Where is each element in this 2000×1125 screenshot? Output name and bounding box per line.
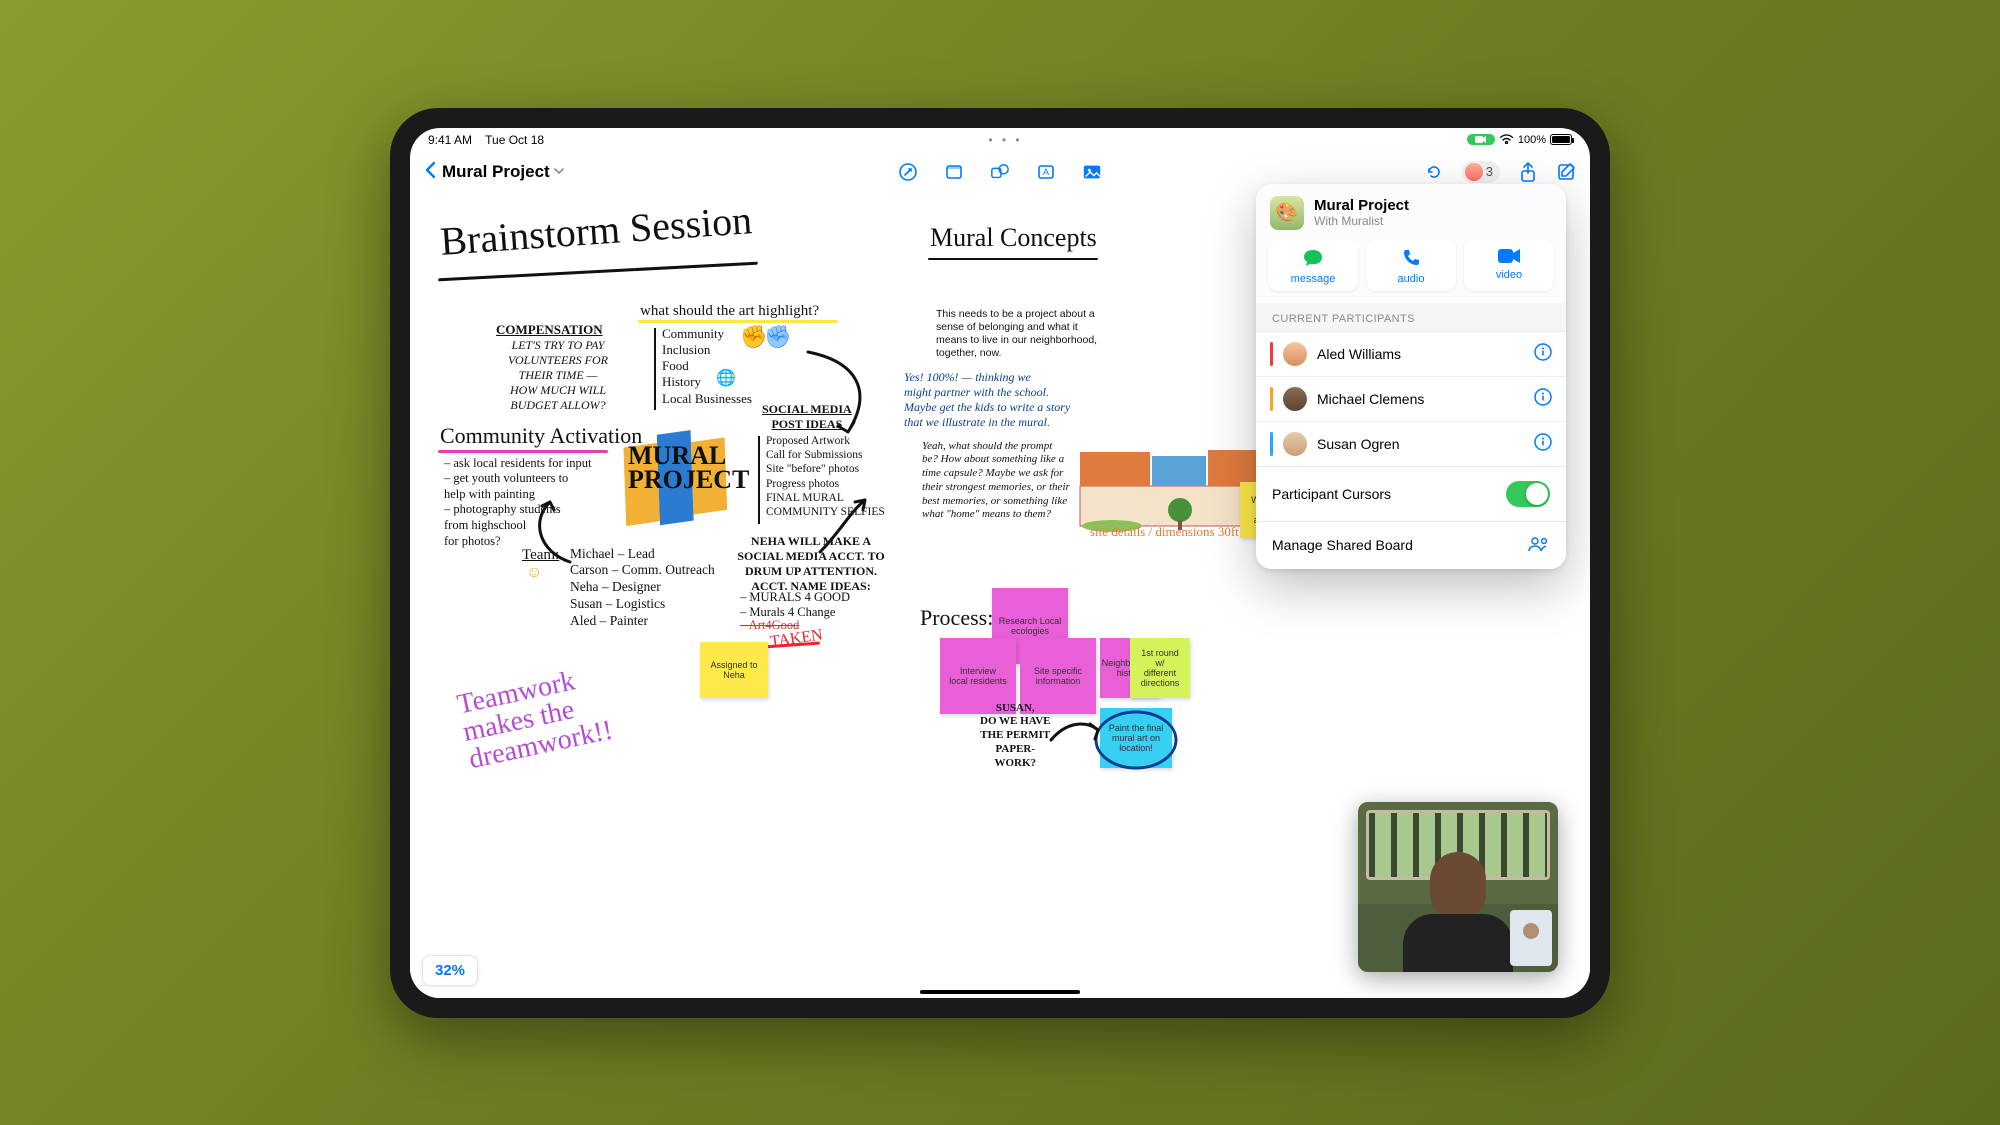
manage-board-row[interactable]: Manage Shared Board: [1256, 521, 1566, 569]
participant-name: Susan Ogren: [1317, 436, 1524, 452]
avatar-icon: [1283, 432, 1307, 456]
toggle-switch[interactable]: [1506, 481, 1550, 507]
ipad-screen: 9:41 AM Tue Oct 18 • • • 100% Mural Proj…: [410, 128, 1590, 998]
compose-icon[interactable]: [1556, 162, 1576, 182]
undo-icon[interactable]: [1424, 162, 1444, 182]
status-date: Tue Oct 18: [485, 133, 544, 147]
participants-section: CURRENT PARTICIPANTS Aled Williams Micha…: [1256, 303, 1566, 466]
arrow-ink: [810, 492, 880, 562]
info-icon[interactable]: [1534, 343, 1552, 364]
cursor-color: [1270, 387, 1273, 411]
cursor-color: [1270, 342, 1273, 366]
participant-row[interactable]: Aled Williams: [1256, 331, 1566, 376]
shape-tool-icon[interactable]: [990, 162, 1010, 182]
popover-actions: message audio video: [1256, 240, 1566, 303]
underline: [438, 261, 758, 281]
cursor-color: [1270, 432, 1273, 456]
note-acct: – MURALS 4 GOOD – Murals 4 Change: [740, 590, 850, 621]
audio-label: audio: [1366, 273, 1456, 285]
underline: [928, 258, 1098, 260]
media-tool-icon[interactable]: [1082, 162, 1102, 182]
zoom-level[interactable]: 32%: [422, 955, 478, 986]
document-title[interactable]: Mural Project: [442, 162, 564, 182]
note-compensation: LET'S TRY TO PAY VOLUNTEERS FOR THEIR TI…: [488, 338, 628, 413]
note-team: Michael – Lead Carson – Comm. Outreach N…: [570, 546, 715, 630]
heading-process: Process:: [920, 606, 993, 629]
info-icon[interactable]: [1534, 388, 1552, 409]
status-time: 9:41 AM: [428, 133, 472, 147]
facetime-pip[interactable]: [1358, 802, 1558, 972]
arrow-ink: [1046, 712, 1106, 752]
heading-concepts: Mural Concepts: [930, 224, 1097, 251]
pip-self-view[interactable]: [1510, 910, 1552, 966]
note-art-question: what should the art highlight?: [640, 302, 819, 321]
battery-pct: 100%: [1518, 134, 1546, 146]
avatar-icon: [1465, 163, 1483, 181]
home-indicator[interactable]: [920, 990, 1080, 994]
highlight-yellow: [638, 320, 838, 323]
popover-header: 🎨 Mural Project With Muralist: [1256, 184, 1566, 240]
audio-button[interactable]: audio: [1366, 240, 1456, 291]
underline-magenta: [438, 450, 608, 453]
participant-name: Aled Williams: [1317, 346, 1524, 362]
back-button[interactable]: [424, 159, 442, 185]
battery-icon: [1550, 134, 1572, 145]
arrow-ink: [510, 492, 590, 572]
fist-icon: ✊: [764, 324, 791, 350]
board-thumb-icon: 🎨: [1270, 196, 1304, 230]
status-time-date: 9:41 AM Tue Oct 18: [428, 133, 544, 147]
mural-logo-text: MURAL PROJECT: [628, 444, 749, 493]
avatar-icon: [1283, 342, 1307, 366]
text-box-tool-icon[interactable]: A: [1036, 162, 1056, 182]
people-icon: [1528, 536, 1550, 555]
heading-compensation: COMPENSATION: [496, 322, 603, 338]
collaborators-button[interactable]: 3: [1462, 161, 1500, 183]
info-icon[interactable]: [1534, 433, 1552, 454]
wifi-icon: [1499, 134, 1514, 145]
toolbar-center-tools: A: [898, 162, 1102, 182]
note-concept-yes: Yes! 100%! — thinking we might partner w…: [904, 370, 1104, 430]
status-bar: 9:41 AM Tue Oct 18 • • • 100%: [410, 128, 1590, 152]
video-label: video: [1464, 269, 1554, 281]
note-susan: SUSAN, DO WE HAVE THE PERMIT PAPER- WORK…: [980, 702, 1051, 771]
participant-cursors-row[interactable]: Participant Cursors: [1256, 466, 1566, 521]
arrow-ink: [798, 342, 888, 442]
multitask-dots[interactable]: • • •: [544, 133, 1467, 147]
chevron-down-icon: [554, 165, 564, 179]
note-art-list: Community Inclusion Food History Local B…: [662, 326, 752, 407]
document-title-text: Mural Project: [442, 162, 550, 182]
toolbar-right-tools: 3: [1424, 161, 1576, 183]
participant-row[interactable]: Michael Clemens: [1256, 376, 1566, 421]
facetime-status-pill[interactable]: [1467, 134, 1495, 145]
illustration-caption: site details / dimensions 30ft: [1090, 524, 1239, 540]
ipad-frame: 9:41 AM Tue Oct 18 • • • 100% Mural Proj…: [390, 108, 1610, 1018]
sticky-note-tool-icon[interactable]: [944, 162, 964, 182]
popover-subtitle: With Muralist: [1314, 214, 1409, 228]
svg-text:A: A: [1043, 167, 1049, 177]
sticky-round1[interactable]: 1st round w/ different directions: [1130, 638, 1190, 698]
bracket: [654, 328, 656, 410]
manage-row-label: Manage Shared Board: [1272, 537, 1413, 553]
note-concept-para: This needs to be a project about a sense…: [936, 308, 1116, 361]
avatar-icon: [1283, 387, 1307, 411]
pen-tool-icon[interactable]: [898, 162, 918, 182]
collaboration-popover: 🎨 Mural Project With Muralist message au…: [1256, 184, 1566, 569]
video-button[interactable]: video: [1464, 240, 1554, 291]
message-label: message: [1268, 273, 1358, 285]
participants-header: CURRENT PARTICIPANTS: [1256, 303, 1566, 331]
participant-row[interactable]: Susan Ogren: [1256, 421, 1566, 466]
heading-brainstorm: Brainstorm Session: [439, 199, 753, 263]
collab-count: 3: [1486, 164, 1493, 179]
share-icon[interactable]: [1518, 162, 1538, 182]
bracket: [758, 436, 760, 524]
cursor-row-label: Participant Cursors: [1272, 486, 1391, 502]
note-teamwork: Teamwork makes the dreamwork!!: [455, 661, 615, 774]
globe-icon: 🌐: [716, 368, 736, 388]
participant-name: Michael Clemens: [1317, 391, 1524, 407]
popover-title: Mural Project: [1314, 197, 1409, 214]
pip-person: [1398, 852, 1518, 972]
sticky-assigned[interactable]: Assigned to Neha: [700, 642, 768, 698]
message-button[interactable]: message: [1268, 240, 1358, 291]
